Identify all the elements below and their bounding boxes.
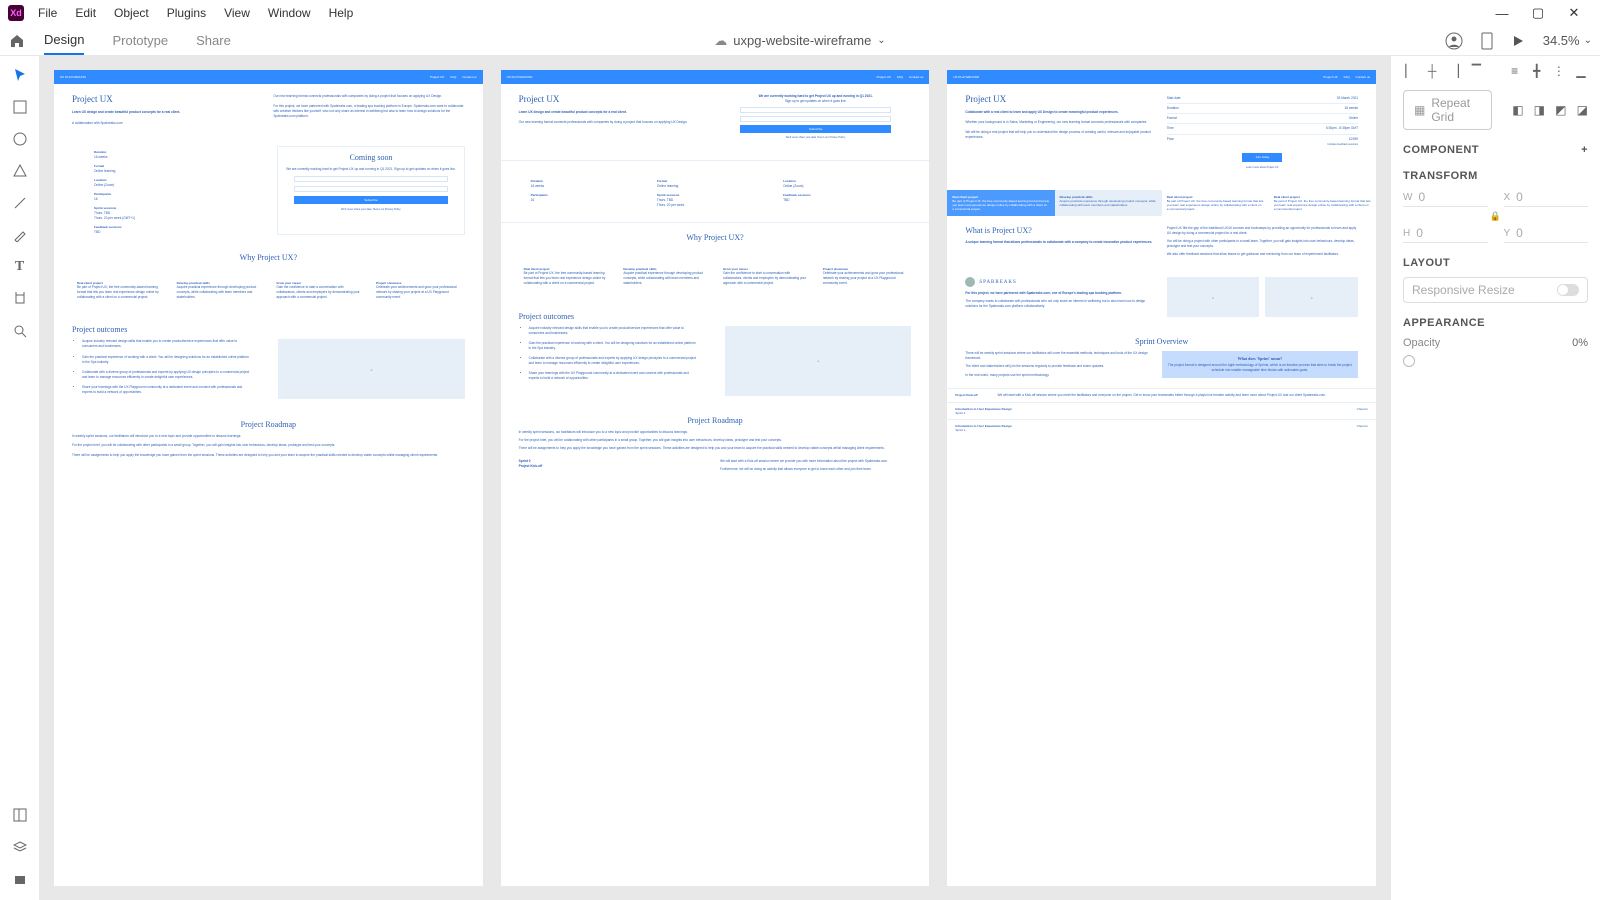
boolean-add-icon[interactable]: ◧ bbox=[1512, 103, 1523, 117]
mode-bar: Design Prototype Share ☁ uxpg-website-wi… bbox=[0, 26, 1600, 56]
tab-design[interactable]: Design bbox=[44, 26, 84, 55]
menu-edit[interactable]: Edit bbox=[75, 6, 96, 20]
component-heading: COMPONENT bbox=[1403, 144, 1479, 156]
site-header: UX PLAYGROUND Project UXFAQContact us bbox=[54, 70, 483, 84]
image-placeholder-icon: ▲ bbox=[370, 367, 374, 372]
artboard-3[interactable]: UX PLAYGROUNDProject UXFAQContact us Pro… bbox=[947, 70, 1376, 886]
text-tool-icon[interactable]: T bbox=[11, 258, 29, 276]
chevron-icon: Chevron bbox=[1357, 424, 1368, 432]
opacity-slider[interactable] bbox=[1403, 355, 1415, 367]
distribute-h-icon[interactable]: ≡ bbox=[1508, 64, 1522, 78]
tab-prototype[interactable]: Prototype bbox=[112, 27, 168, 54]
menu-help[interactable]: Help bbox=[329, 6, 354, 20]
add-component-icon[interactable]: + bbox=[1581, 144, 1588, 156]
x-field[interactable]: X0 bbox=[1504, 190, 1589, 207]
assets-icon[interactable] bbox=[11, 806, 29, 824]
distribute-v-icon[interactable]: ⋮ bbox=[1552, 64, 1566, 78]
rectangle-tool-icon[interactable] bbox=[11, 98, 29, 116]
boolean-subtract-icon[interactable]: ◨ bbox=[1534, 103, 1545, 117]
artboard-tool-icon[interactable] bbox=[11, 290, 29, 308]
boolean-exclude-icon[interactable]: ◪ bbox=[1577, 103, 1588, 117]
appearance-heading: APPEARANCE bbox=[1403, 317, 1485, 329]
title-bar: Xd File Edit Object Plugins View Window … bbox=[0, 0, 1600, 26]
y-field[interactable]: Y0 bbox=[1504, 226, 1589, 243]
polygon-tool-icon[interactable] bbox=[11, 162, 29, 180]
cloud-icon: ☁ bbox=[714, 33, 727, 49]
tab-share[interactable]: Share bbox=[196, 27, 231, 54]
ellipse-tool-icon[interactable] bbox=[11, 130, 29, 148]
window-maximize-icon[interactable]: ▢ bbox=[1520, 5, 1556, 21]
artboard-1[interactable]: UX PLAYGROUND Project UXFAQContact us Pr… bbox=[54, 70, 483, 886]
zoom-tool-icon[interactable] bbox=[11, 322, 29, 340]
window-close-icon[interactable]: ✕ bbox=[1556, 5, 1592, 21]
document-name[interactable]: ☁ uxpg-website-wireframe ⌄ bbox=[714, 33, 885, 49]
responsive-resize-select[interactable]: Responsive Resize bbox=[1403, 277, 1588, 303]
mobile-preview-icon[interactable] bbox=[1481, 32, 1493, 50]
window-minimize-icon[interactable]: — bbox=[1484, 6, 1520, 21]
user-avatar-icon[interactable] bbox=[1445, 32, 1463, 50]
lock-aspect-icon[interactable]: 🔒 bbox=[1490, 211, 1501, 221]
menu-window[interactable]: Window bbox=[268, 6, 311, 20]
home-icon[interactable] bbox=[8, 32, 26, 50]
align-left-icon[interactable]: ▏ bbox=[1403, 64, 1417, 78]
properties-panel: ▏ ┼ ▕ ▔ ≡ ╋ ⋮ ▁ ▦Repeat Grid ◧ ◨ ◩ ◪ COM… bbox=[1390, 56, 1600, 900]
width-field[interactable]: W0 bbox=[1403, 190, 1488, 207]
repeat-grid-button[interactable]: ▦Repeat Grid bbox=[1403, 90, 1492, 130]
align-bottom-icon[interactable]: ▁ bbox=[1574, 64, 1588, 78]
align-top-icon[interactable]: ▔ bbox=[1469, 64, 1483, 78]
menu-view[interactable]: View bbox=[224, 6, 250, 20]
menu-file[interactable]: File bbox=[38, 6, 57, 20]
play-preview-icon[interactable] bbox=[1511, 34, 1525, 48]
zoom-level[interactable]: 34.5% bbox=[1543, 33, 1580, 48]
app-icon: Xd bbox=[8, 5, 24, 21]
spabreaks-logo-icon bbox=[965, 277, 975, 287]
align-middle-icon[interactable]: ╋ bbox=[1530, 64, 1544, 78]
zoom-chevron-icon[interactable]: ⌄ bbox=[1584, 35, 1592, 46]
tool-rail: T bbox=[0, 56, 40, 900]
grid-icon: ▦ bbox=[1414, 103, 1425, 117]
layers-icon[interactable] bbox=[11, 838, 29, 856]
height-field[interactable]: H0 bbox=[1403, 226, 1488, 243]
image-placeholder-icon: ▲ bbox=[816, 358, 820, 363]
align-right-icon[interactable]: ▕ bbox=[1447, 64, 1461, 78]
menu-object[interactable]: Object bbox=[114, 6, 149, 20]
opacity-value: 0% bbox=[1572, 337, 1588, 349]
line-tool-icon[interactable] bbox=[11, 194, 29, 212]
layout-heading: LAYOUT bbox=[1403, 257, 1450, 269]
canvas[interactable]: UX PLAYGROUND Project UXFAQContact us Pr… bbox=[40, 56, 1390, 900]
pen-tool-icon[interactable] bbox=[11, 226, 29, 244]
transform-heading: TRANSFORM bbox=[1403, 170, 1478, 182]
align-center-h-icon[interactable]: ┼ bbox=[1425, 64, 1439, 78]
chevron-down-icon: ⌄ bbox=[877, 35, 885, 46]
resize-toggle[interactable] bbox=[1557, 284, 1579, 296]
hero-title: Project UX bbox=[72, 94, 263, 104]
opacity-label: Opacity bbox=[1403, 337, 1440, 349]
menu-plugins[interactable]: Plugins bbox=[167, 6, 206, 20]
boolean-intersect-icon[interactable]: ◩ bbox=[1555, 103, 1566, 117]
artboard-2[interactable]: UX PLAYGROUNDProject UXFAQContact us Pro… bbox=[501, 70, 930, 886]
plugins-panel-icon[interactable] bbox=[11, 870, 29, 888]
chevron-icon: Chevron bbox=[1357, 407, 1368, 415]
select-tool-icon[interactable] bbox=[11, 66, 29, 84]
document-name-text: uxpg-website-wireframe bbox=[733, 33, 871, 48]
